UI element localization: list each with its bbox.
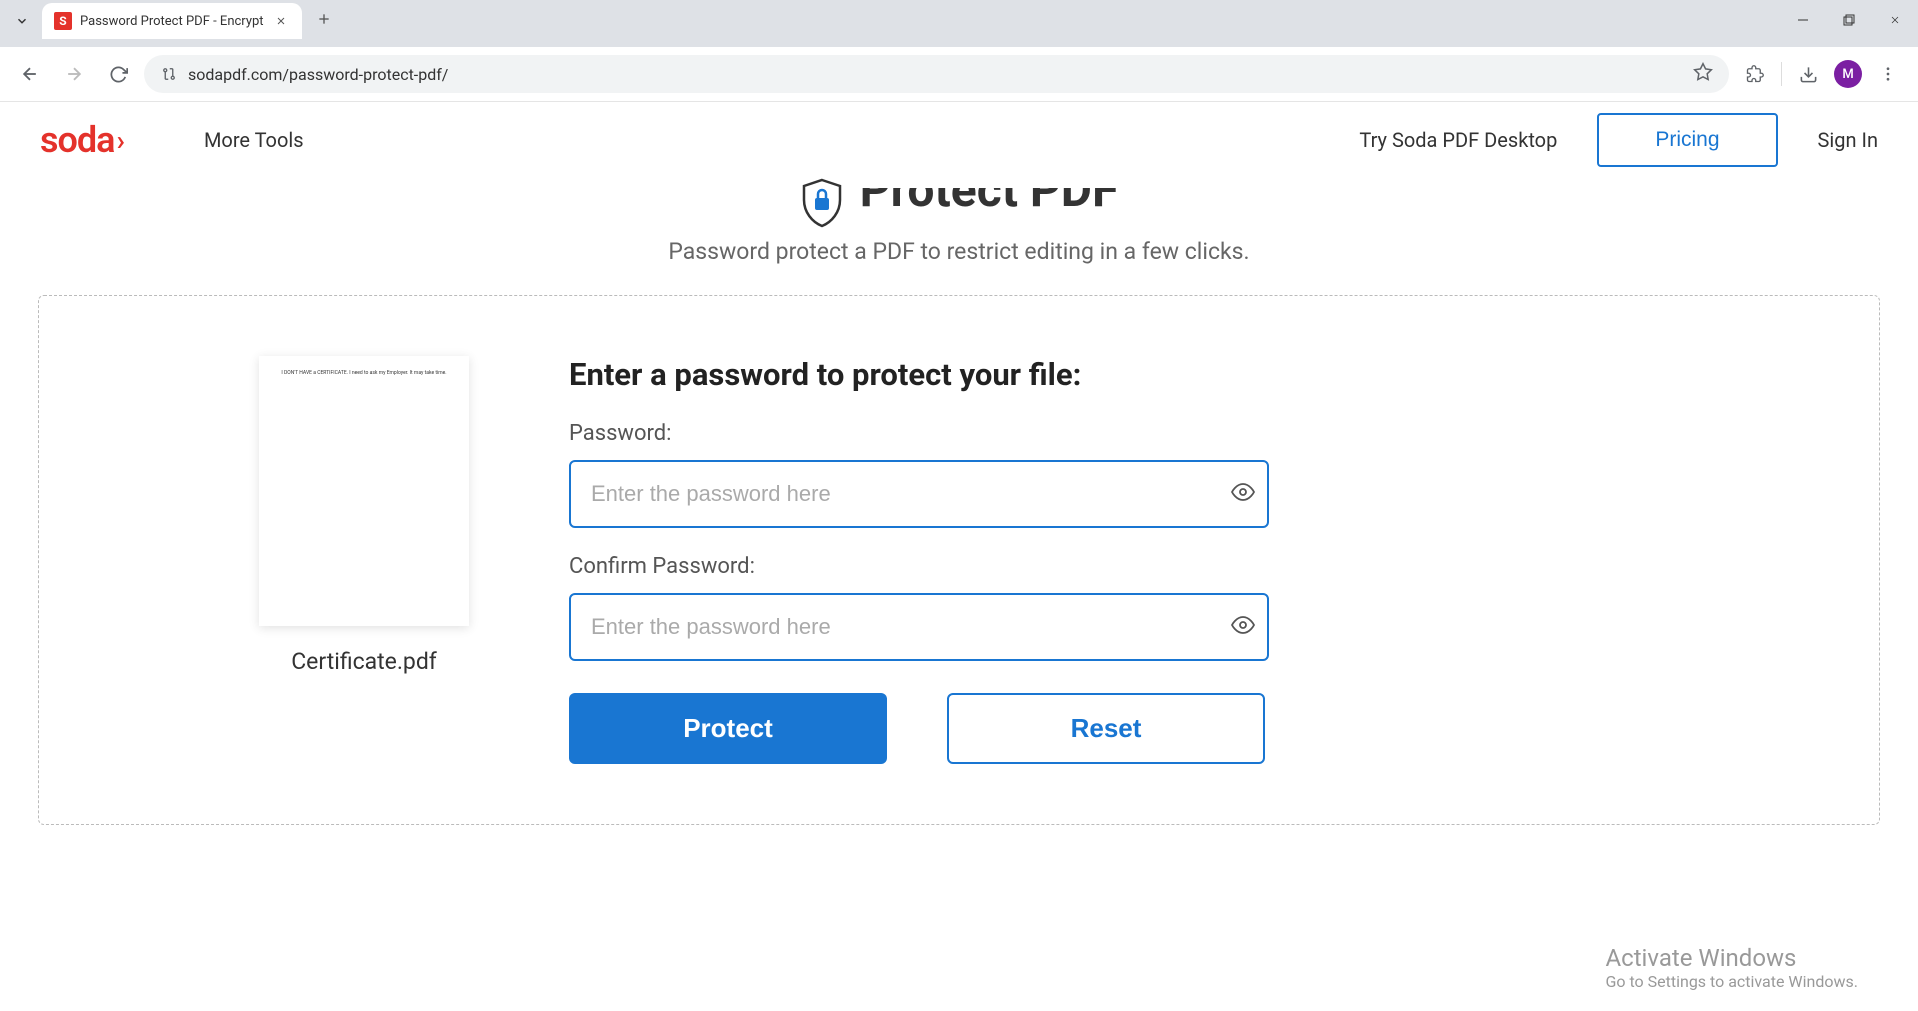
url-text: sodapdf.com/password-protect-pdf/ (188, 65, 1683, 84)
profile-avatar[interactable]: M (1834, 60, 1862, 88)
pricing-button[interactable]: Pricing (1597, 113, 1777, 167)
pdf-thumbnail: I DON'T HAVE a CERTIFICATE. I need to as… (259, 356, 469, 626)
window-minimize-button[interactable] (1780, 0, 1826, 40)
site-info-icon[interactable] (160, 65, 178, 83)
downloads-icon[interactable] (1790, 56, 1826, 92)
page-subtitle: Password protect a PDF to restrict editi… (0, 238, 1918, 265)
protect-button[interactable]: Protect (569, 693, 887, 764)
main-card: I DON'T HAVE a CERTIFICATE. I need to as… (38, 295, 1880, 825)
new-tab-button[interactable] (310, 5, 338, 33)
try-desktop-link[interactable]: Try Soda PDF Desktop (1359, 128, 1557, 152)
tab-search-dropdown[interactable] (8, 7, 36, 35)
password-input[interactable] (569, 460, 1269, 528)
shield-lock-icon (800, 178, 844, 228)
tab-title: Password Protect PDF - Encrypt (80, 14, 264, 29)
windows-activation-watermark: Activate Windows Go to Settings to activ… (1605, 944, 1858, 991)
pdf-thumbnail-text: I DON'T HAVE a CERTIFICATE. I need to as… (281, 370, 446, 376)
browser-tab-bar: S Password Protect PDF - Encrypt (0, 0, 1918, 47)
toggle-confirm-visibility-icon[interactable] (1231, 613, 1255, 641)
more-tools-link[interactable]: More Tools (204, 128, 304, 152)
browser-tab[interactable]: S Password Protect PDF - Encrypt (42, 3, 302, 39)
tab-close-icon[interactable] (272, 12, 290, 30)
tab-favicon: S (54, 12, 72, 30)
toolbar-divider (1781, 62, 1782, 86)
browser-menu-icon[interactable] (1870, 56, 1906, 92)
form-title: Enter a password to protect your file: (569, 356, 1789, 393)
bookmark-star-icon[interactable] (1693, 62, 1713, 86)
soda-logo[interactable]: soda › (40, 119, 124, 161)
extensions-icon[interactable] (1737, 56, 1773, 92)
back-button[interactable] (12, 56, 48, 92)
hero-section: Protect PDF Password protect a PDF to re… (0, 178, 1918, 295)
page-title: Protect PDF (860, 188, 1119, 218)
forward-button[interactable] (56, 56, 92, 92)
password-form: Enter a password to protect your file: P… (569, 356, 1789, 764)
window-controls (1780, 0, 1918, 40)
reset-button[interactable]: Reset (947, 693, 1265, 764)
watermark-subtitle: Go to Settings to activate Windows. (1605, 972, 1858, 991)
toggle-password-visibility-icon[interactable] (1231, 480, 1255, 508)
logo-arrow-icon: › (117, 124, 124, 157)
confirm-password-input[interactable] (569, 593, 1269, 661)
file-preview-column: I DON'T HAVE a CERTIFICATE. I need to as… (259, 356, 469, 764)
url-bar[interactable]: sodapdf.com/password-protect-pdf/ (144, 55, 1729, 93)
signin-link[interactable]: Sign In (1818, 128, 1878, 152)
reload-button[interactable] (100, 56, 136, 92)
browser-address-bar: sodapdf.com/password-protect-pdf/ M (0, 47, 1918, 102)
window-maximize-button[interactable] (1826, 0, 1872, 40)
password-label: Password: (569, 421, 1789, 446)
pdf-filename: Certificate.pdf (291, 648, 437, 675)
confirm-password-label: Confirm Password: (569, 554, 1789, 579)
page-viewport[interactable]: soda › More Tools Try Soda PDF Desktop P… (0, 102, 1918, 1011)
site-header: soda › More Tools Try Soda PDF Desktop P… (0, 102, 1918, 178)
logo-text: soda (40, 119, 115, 161)
watermark-title: Activate Windows (1605, 944, 1858, 972)
window-close-button[interactable] (1872, 0, 1918, 40)
